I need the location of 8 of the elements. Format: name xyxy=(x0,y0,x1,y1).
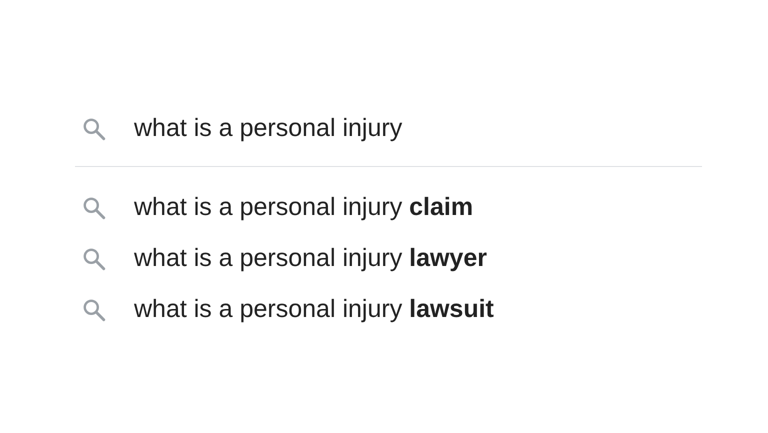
search-icon xyxy=(81,246,107,272)
suggestion-item[interactable]: what is a personal injury lawyer xyxy=(75,233,702,284)
suggestion-item[interactable]: what is a personal injury lawsuit xyxy=(75,284,702,335)
search-icon xyxy=(81,116,107,142)
search-icon xyxy=(81,194,107,220)
suggestion-item[interactable]: what is a personal injury claim xyxy=(75,182,702,233)
search-icon xyxy=(81,296,107,322)
search-field[interactable]: what is a personal injury xyxy=(134,110,702,148)
